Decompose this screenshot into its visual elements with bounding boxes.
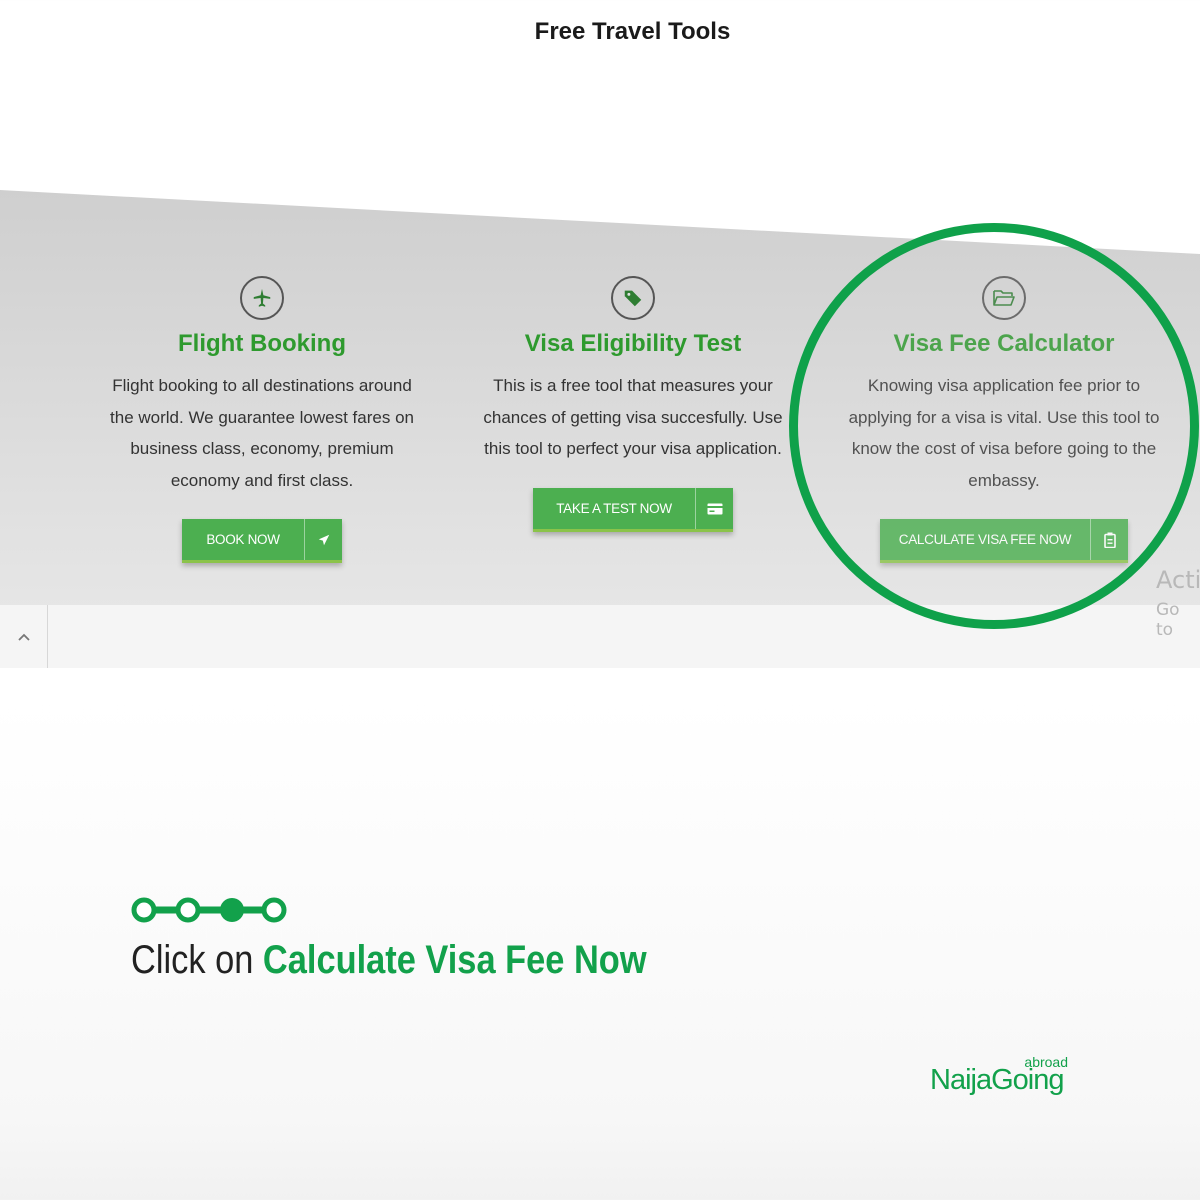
tool-card-visa-eligibility-test: Visa Eligibility Test This is a free too… [463,276,803,465]
activation-watermark-line1: Acti [1156,566,1200,594]
instruction-caption: Click on Calculate Visa Fee Now [131,938,647,983]
card-description: This is a free tool that measures your c… [483,376,783,458]
highlight-circle [789,223,1199,629]
caption-highlight: Calculate Visa Fee Now [262,938,647,982]
naijagoing-logo: abroad NaijaGoing [928,1054,1078,1104]
scroll-up-button[interactable] [0,605,48,668]
airplane-icon [240,276,284,320]
step-indicator [131,897,287,923]
airplane-icon [304,519,342,560]
step-dot-4 [261,897,287,923]
take-a-test-now-button[interactable]: TAKE A TEST NOW [533,488,733,532]
chevron-up-icon [17,633,30,641]
tool-card-flight-booking: Flight Booking Flight booking to all des… [92,276,432,496]
step-dot-3-active [220,898,244,922]
step-dot-2 [175,897,201,923]
caption-prefix: Click on [131,938,263,982]
activation-watermark-line2: Go to [1156,600,1180,640]
card-icon [695,488,733,529]
button-label: BOOK NOW [206,532,280,547]
card-title: Visa Eligibility Test [524,330,742,357]
logo-name: NaijaGoing [930,1064,1064,1096]
button-label: TAKE A TEST NOW [556,501,672,516]
book-now-button[interactable]: BOOK NOW [182,519,342,563]
card-title: Flight Booking [178,330,346,357]
page-title: Free Travel Tools [534,18,731,45]
step-dot-1 [131,897,157,923]
tag-icon [611,276,655,320]
card-description: Flight booking to all destinations aroun… [110,376,414,490]
